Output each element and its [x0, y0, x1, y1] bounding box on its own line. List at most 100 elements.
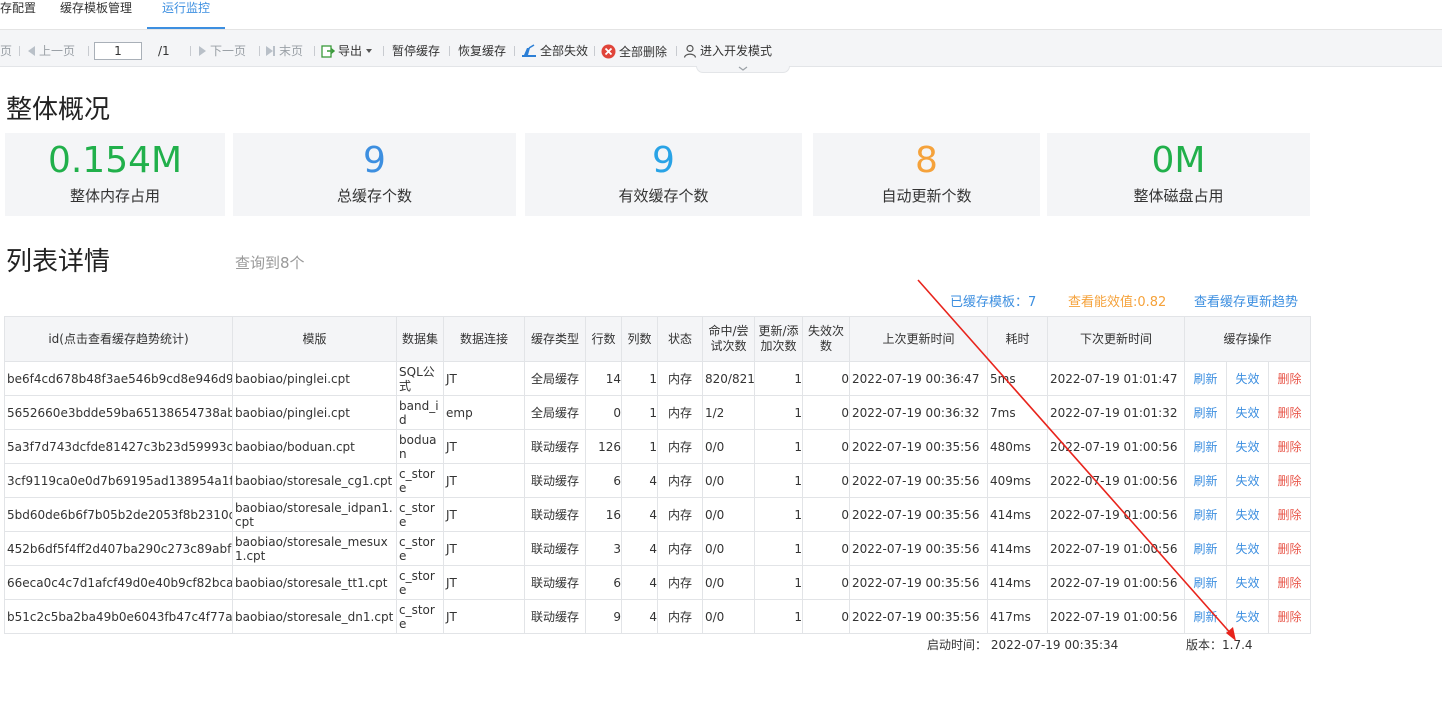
invalidate-button[interactable]: 失效	[1235, 610, 1259, 624]
invalidate-button[interactable]: 失效	[1235, 372, 1259, 386]
chevron-down-icon	[738, 66, 748, 71]
toolbar: 页 上一页 /1 下一页 末页 导出 暂停缓存 恢复缓存 全部失效 全部删除 进…	[0, 30, 1442, 67]
table-row: 5bd60de6b6f7b05b2de2053f8b2310d7 baobiao/…	[4, 497, 1311, 532]
cell-updates: 1	[754, 463, 803, 498]
cell-id[interactable]: 3cf9119ca0e0d7b69195ad138954a1f2	[4, 463, 233, 498]
invalidate-button[interactable]: 失效	[1235, 542, 1259, 556]
pause-cache-button[interactable]: 暂停缓存	[392, 44, 440, 58]
cell-cost: 414ms	[987, 497, 1048, 532]
delete-button[interactable]: 删除	[1277, 372, 1301, 386]
next-page-button[interactable]: 下一页	[199, 44, 246, 58]
cell-cost: 480ms	[987, 429, 1048, 464]
refresh-button[interactable]: 刷新	[1193, 440, 1217, 454]
refresh-button[interactable]: 刷新	[1193, 474, 1217, 488]
delete-button[interactable]: 删除	[1277, 610, 1301, 624]
table-row: 3cf9119ca0e0d7b69195ad138954a1f2 baobiao/…	[4, 463, 1311, 498]
delete-button[interactable]: 删除	[1277, 440, 1301, 454]
top-tab-bar: 存配置 缓存模板管理 运行监控	[0, 0, 1442, 30]
dev-mode-button[interactable]: 进入开发模式	[683, 44, 772, 58]
cell-id[interactable]: 5a3f7d743dcfde81427c3b23d59993cc	[4, 429, 233, 464]
last-bar-icon	[273, 46, 275, 56]
refresh-button[interactable]: 刷新	[1193, 406, 1217, 420]
prev-page-button[interactable]: 上一页	[28, 44, 75, 58]
delete-all-button[interactable]: 全部删除	[601, 44, 667, 59]
resume-cache-button[interactable]: 恢复缓存	[458, 44, 506, 58]
export-button[interactable]: 导出	[321, 44, 373, 58]
invalidate-button[interactable]: 失效	[1235, 406, 1259, 420]
cell-rows: 16	[585, 497, 622, 532]
cell-id[interactable]: be6f4cd678b48f3ae546b9cd8e946d95	[4, 361, 233, 396]
cell-id[interactable]: b51c2c5ba2ba49b0e6043fb47c4f77a8	[4, 599, 233, 634]
last-page-label: 末页	[279, 44, 304, 58]
cell-cache-type: 联动缓存	[524, 497, 586, 532]
update-trend-link[interactable]: 查看缓存更新趋势	[1194, 295, 1298, 311]
cell-id[interactable]: 5bd60de6b6f7b05b2de2053f8b2310d7	[4, 497, 233, 532]
chevron-down-icon	[366, 49, 373, 53]
cell-cols: 4	[621, 463, 658, 498]
cell-last-update: 2022-07-19 00:35:56	[849, 565, 988, 600]
cell-id[interactable]: 66eca0c4c7d1afcf49d0e40b9cf82bca	[4, 565, 233, 600]
delete-all-label: 全部删除	[619, 45, 668, 59]
version: 版本：1.7.4	[1186, 638, 1253, 652]
delete-button[interactable]: 删除	[1277, 576, 1301, 590]
cell-cost: 409ms	[987, 463, 1048, 498]
table-row: b51c2c5ba2ba49b0e6043fb47c4f77a8 baobiao/…	[4, 599, 1311, 634]
toolbar-collapse-handle[interactable]	[696, 66, 790, 73]
cell-status: 内存	[657, 565, 703, 600]
op-cell: 失效	[1226, 429, 1269, 464]
cell-updates: 1	[754, 497, 803, 532]
cached-templates-link[interactable]: 已缓存模板：7	[950, 295, 1036, 311]
refresh-button[interactable]: 刷新	[1193, 610, 1217, 624]
toolbar-divider	[449, 46, 450, 56]
invalidate-button[interactable]: 失效	[1235, 474, 1259, 488]
table-body: be6f4cd678b48f3ae546b9cd8e946d95 baobiao/…	[4, 361, 1311, 634]
last-page-button[interactable]: 末页	[266, 44, 303, 58]
refresh-button[interactable]: 刷新	[1193, 508, 1217, 522]
refresh-button[interactable]: 刷新	[1193, 372, 1217, 386]
cell-connection: JT	[443, 361, 525, 396]
invalidate-button[interactable]: 失效	[1235, 440, 1259, 454]
cell-status: 内存	[657, 497, 703, 532]
col-header-ops: 缓存操作	[1184, 316, 1311, 362]
cell-updates: 1	[754, 599, 803, 634]
table-row: 66eca0c4c7d1afcf49d0e40b9cf82bca baobiao/…	[4, 565, 1311, 600]
cell-hits: 0/0	[702, 497, 755, 532]
refresh-button[interactable]: 刷新	[1193, 542, 1217, 556]
tab-cache-config[interactable]: 存配置	[0, 0, 36, 28]
tab-run-monitor[interactable]: 运行监控	[162, 0, 210, 28]
cell-cols: 4	[621, 599, 658, 634]
delete-button[interactable]: 删除	[1277, 508, 1301, 522]
start-time: 启动时间： 2022-07-19 00:35:34	[927, 638, 1119, 652]
cell-connection: JT	[443, 497, 525, 532]
cell-hits: 0/0	[702, 463, 755, 498]
invalidate-button[interactable]: 失效	[1235, 508, 1259, 522]
cell-id[interactable]: 452b6df5f4ff2d407ba290c273c89abf	[4, 531, 233, 566]
cell-cache-type: 全局缓存	[524, 361, 586, 396]
cell-id[interactable]: 5652660e3bdde59ba65138654738ab4f	[4, 395, 233, 430]
op-cell: 失效	[1226, 565, 1269, 600]
refresh-button[interactable]: 刷新	[1193, 576, 1217, 590]
efficiency-link[interactable]: 查看能效值:0.82	[1068, 295, 1166, 311]
first-page-button[interactable]: 页	[0, 44, 12, 58]
op-cell: 删除	[1268, 429, 1311, 464]
col-header-template: 模版	[232, 316, 397, 362]
invalidate-button[interactable]: 失效	[1235, 576, 1259, 590]
col-header-updates: 更新/添加次数	[754, 316, 803, 362]
page-number-input[interactable]	[94, 42, 142, 60]
invalidate-all-button[interactable]: 全部失效	[521, 44, 588, 58]
cell-rows: 6	[585, 565, 622, 600]
op-cell: 删除	[1268, 395, 1311, 430]
card-label: 整体内存占用	[69, 187, 160, 205]
cell-dataset: c_store	[396, 565, 444, 600]
cell-cache-type: 全局缓存	[524, 395, 586, 430]
card-value: 8	[915, 140, 938, 181]
cell-cols: 4	[621, 531, 658, 566]
delete-button[interactable]: 删除	[1277, 406, 1301, 420]
tab-cache-template-manage[interactable]: 缓存模板管理	[60, 0, 132, 28]
cell-status: 内存	[657, 361, 703, 396]
delete-button[interactable]: 删除	[1277, 474, 1301, 488]
delete-button[interactable]: 删除	[1277, 542, 1301, 556]
cell-last-update: 2022-07-19 00:35:56	[849, 429, 988, 464]
cell-status: 内存	[657, 429, 703, 464]
op-cell: 删除	[1268, 361, 1311, 396]
